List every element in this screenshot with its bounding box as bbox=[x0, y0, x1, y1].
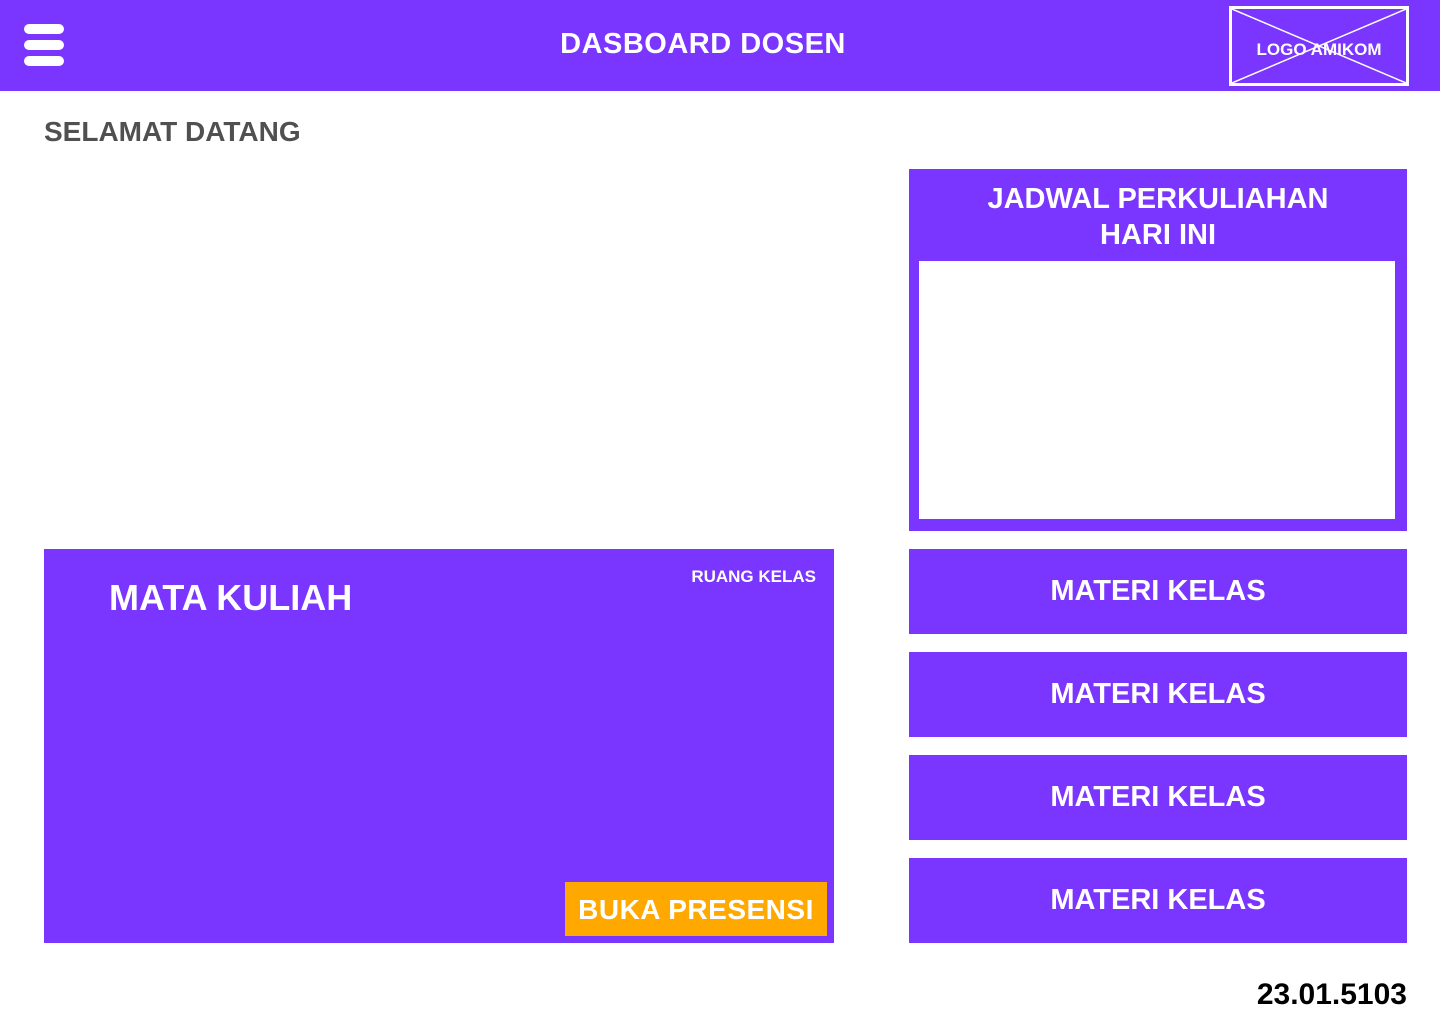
open-attendance-button[interactable]: BUKA PRESENSI bbox=[565, 882, 827, 936]
logo-label: LOGO AMIKOM bbox=[1256, 40, 1382, 59]
course-title: MATA KULIAH bbox=[109, 577, 353, 618]
course-card[interactable]: MATA KULIAH RUANG KELAS BUKA PRESENSI bbox=[44, 549, 834, 943]
schedule-content-area bbox=[919, 261, 1395, 519]
room-label: RUANG KELAS bbox=[691, 567, 816, 586]
class-material-button-3[interactable]: MATERI KELAS bbox=[909, 755, 1407, 840]
page-title: DASBOARD DOSEN bbox=[560, 28, 846, 60]
class-material-button-4[interactable]: MATERI KELAS bbox=[909, 858, 1407, 943]
footer-id-text: 23.01.5103 bbox=[1256, 978, 1407, 1011]
dashboard-page: DASBOARD DOSEN LOGO AMIKOM SELAMAT DATAN… bbox=[0, 0, 1440, 1024]
schedule-title-line-2: HARI INI bbox=[1100, 219, 1216, 251]
top-header-bar: DASBOARD DOSEN LOGO AMIKOM bbox=[0, 0, 1440, 91]
schedule-title: JADWAL PERKULIAHAN HARI INI bbox=[909, 181, 1407, 253]
logo-placeholder: LOGO AMIKOM bbox=[1229, 6, 1409, 86]
class-material-button-1[interactable]: MATERI KELAS bbox=[909, 549, 1407, 634]
welcome-heading: SELAMAT DATANG bbox=[44, 116, 301, 147]
class-material-button-2[interactable]: MATERI KELAS bbox=[909, 652, 1407, 737]
schedule-panel: JADWAL PERKULIAHAN HARI INI bbox=[909, 169, 1407, 531]
schedule-title-line-1: JADWAL PERKULIAHAN bbox=[987, 183, 1329, 215]
